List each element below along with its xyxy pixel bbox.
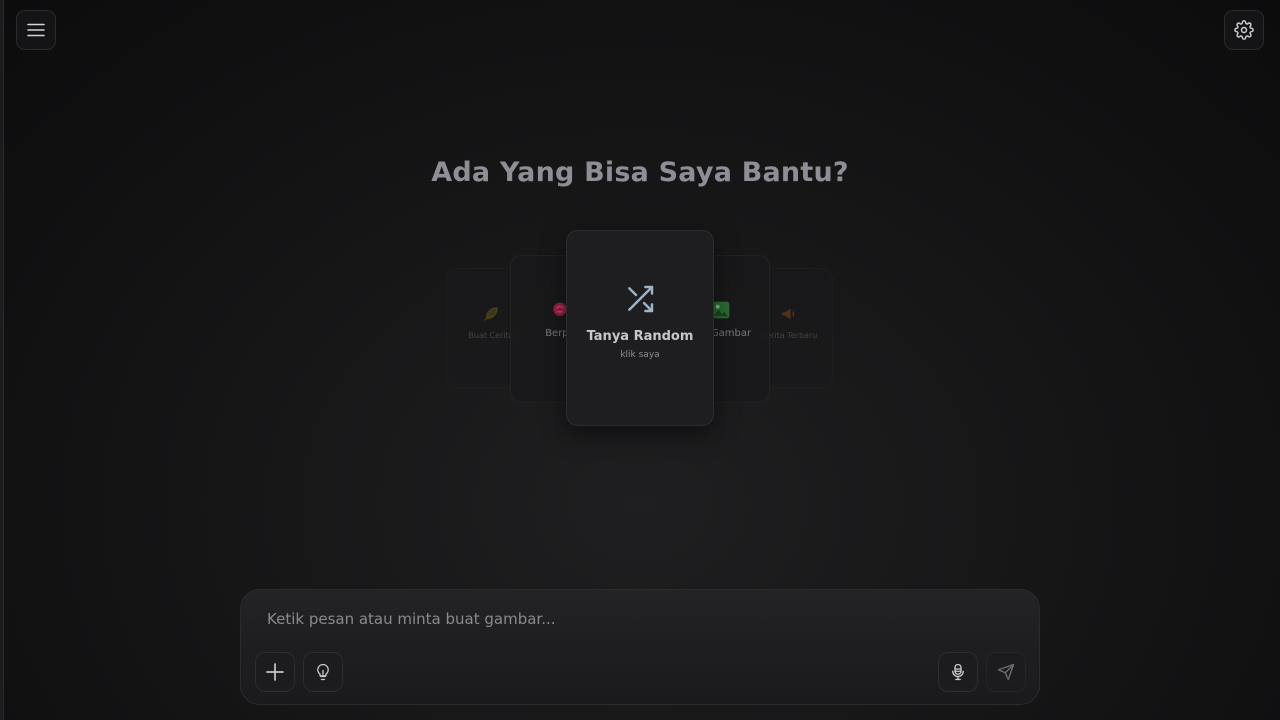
message-composer <box>240 589 1040 705</box>
add-attachment-button[interactable] <box>255 652 295 692</box>
shuffle-icon <box>628 285 654 313</box>
suggestion-card-subtitle: klik saya <box>620 350 660 360</box>
chat-app: Ada Yang Bisa Saya Bantu? Buat Cerita Be… <box>0 0 1280 720</box>
voice-input-button[interactable] <box>938 652 978 692</box>
sidebar-edge <box>0 0 4 720</box>
send-button[interactable] <box>986 652 1026 692</box>
message-input[interactable] <box>267 608 1007 630</box>
ideas-button[interactable] <box>303 652 343 692</box>
plus-icon <box>266 663 284 681</box>
send-icon <box>997 663 1015 681</box>
megaphone-icon <box>782 308 795 320</box>
feather-icon <box>484 307 498 321</box>
menu-button[interactable] <box>16 10 56 50</box>
image-icon <box>712 301 730 319</box>
suggestion-card-label: Gambar <box>710 328 752 339</box>
suggestion-card-label: Buat Cerita <box>468 331 514 340</box>
page-title: Ada Yang Bisa Saya Bantu? <box>431 157 849 188</box>
hamburger-menu-icon <box>27 23 45 37</box>
lightbulb-icon <box>317 663 329 681</box>
suggestion-card-tanya-random[interactable]: Tanya Random klik saya <box>566 230 714 426</box>
settings-button[interactable] <box>1224 10 1264 50</box>
suggestion-card-title: Tanya Random <box>586 329 694 344</box>
microphone-icon <box>952 663 964 681</box>
gear-icon <box>1234 20 1254 40</box>
